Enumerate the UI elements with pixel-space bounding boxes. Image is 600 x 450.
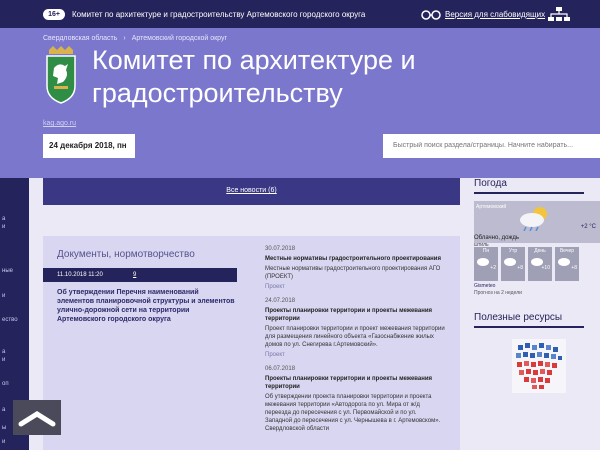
forecast-day: Вечер +8 <box>555 247 579 281</box>
breadcrumb-item[interactable]: Артемовский городской округ <box>132 34 227 43</box>
news-text[interactable]: Местные нормативы градостроительного про… <box>265 265 445 281</box>
news-date: 30.07.2018 <box>265 246 296 252</box>
news-text[interactable]: Проект планировки территории и проект ме… <box>265 325 445 349</box>
page-title: Комитет по архитектуре и градостроительс… <box>92 45 416 108</box>
forecast-day: День +10 <box>528 247 552 281</box>
accessibility-version-link[interactable]: Версия для слабовидящих <box>445 9 545 20</box>
forecast-temp: +8 <box>517 265 523 271</box>
chevron-up-icon <box>18 411 56 427</box>
coat-of-arms-logo[interactable] <box>43 46 79 104</box>
breadcrumb: Свердловская область › Артемовский городск… <box>43 34 227 43</box>
gosuslugi-logo[interactable] <box>512 339 566 393</box>
all-news-bar: Все новости (6) <box>43 178 460 205</box>
sidebar-item[interactable]: а <box>2 348 22 356</box>
forecast-day-name: Утр <box>508 248 518 254</box>
news-title[interactable]: Проекты планировки территории и проекты … <box>265 375 445 391</box>
sidebar-item[interactable]: ные <box>2 267 22 275</box>
resources-heading: Полезные ресурсы <box>474 312 563 323</box>
forecast-temp: +8 <box>571 265 577 271</box>
weather-temp: +2 °C <box>580 224 596 230</box>
sidebar-item[interactable]: ество <box>2 316 22 324</box>
news-tag[interactable]: Проект <box>265 283 445 291</box>
sidebar-item[interactable]: а <box>2 215 22 223</box>
forecast-day-name: Вечер <box>559 248 575 254</box>
news-text[interactable]: Об утверждении проекта планировки террит… <box>265 393 445 433</box>
featured-date-bar: 11.10.2018 11:20 9 <box>43 268 237 282</box>
featured-number[interactable]: 9 <box>133 268 136 282</box>
sidebar-item[interactable]: и <box>2 292 22 300</box>
news-date: 24.07.2018 <box>265 298 296 304</box>
cloud-icon <box>477 258 489 266</box>
divider <box>474 326 584 328</box>
forecast-day-name: День <box>534 248 546 254</box>
featured-date: 11.10.2018 11:20 <box>57 272 103 278</box>
breadcrumb-item[interactable]: Свердловская область <box>43 34 117 43</box>
documents-heading[interactable]: Документы, нормотворчество <box>57 249 195 261</box>
search-input[interactable] <box>383 134 600 158</box>
list-item: 24.07.2018 Проекты планировки территории… <box>265 297 445 359</box>
featured-document-link[interactable]: Об утверждении Перечня наименований элем… <box>57 288 237 324</box>
forecast-temp: +2 <box>490 265 496 271</box>
documents-panel: Документы, нормотворчество 11.10.2018 11… <box>43 236 460 450</box>
weather-heading: Погода <box>474 178 507 189</box>
forecast-temp: +10 <box>541 265 550 271</box>
site-header: Свердловская область › Артемовский городск… <box>0 28 600 178</box>
current-date: 24 декабря 2018, пн <box>43 134 135 158</box>
weather-widget[interactable]: Артемовский +2 °C Облачно, дождь штиль П… <box>474 201 600 301</box>
weather-source-link[interactable]: Gismeteo <box>474 283 495 289</box>
sidebar-item[interactable]: и <box>2 438 22 446</box>
news-date: 06.07.2018 <box>265 366 296 372</box>
sidebar-item[interactable]: оп <box>2 380 22 388</box>
top-bar: 16+ Комитет по архитектуре и градостроит… <box>0 0 600 28</box>
weather-city: Артемовский <box>476 204 507 210</box>
cloud-icon <box>504 258 516 266</box>
news-title[interactable]: Местные нормативы градостроительного про… <box>265 255 445 263</box>
sidebar-item[interactable]: и <box>2 223 22 231</box>
weather-description: Облачно, дождь <box>474 235 520 241</box>
weather-forecast: Пн +2 Утр +8 День +10 Вечер +8 <box>474 247 580 281</box>
scroll-to-top-button[interactable] <box>13 400 61 435</box>
list-item: 30.07.2018 Местные нормативы градостроит… <box>265 245 445 291</box>
cloud-icon <box>558 258 570 266</box>
sidebar-item[interactable]: и <box>2 356 22 364</box>
topbar-title: Комитет по архитектуре и градостроительс… <box>72 10 366 19</box>
glasses-icon[interactable] <box>421 8 441 20</box>
news-tag[interactable]: Проект <box>265 351 445 359</box>
list-item: 06.07.2018 Проекты планировки территории… <box>265 365 445 433</box>
news-list: 30.07.2018 Местные нормативы градостроит… <box>265 245 445 439</box>
forecast-day: Утр +8 <box>501 247 525 281</box>
forecast-day: Пн +2 <box>474 247 498 281</box>
all-news-link[interactable]: Все новости (6) <box>43 186 460 196</box>
weather-forecast-link[interactable]: Прогноз на 2 недели <box>474 290 522 296</box>
divider <box>474 192 584 194</box>
sitemap-icon[interactable] <box>548 7 570 21</box>
forecast-day-name: Пн <box>482 248 490 254</box>
cloud-sun-rain-icon <box>520 207 547 231</box>
site-domain-link[interactable]: kag.ago.ru <box>43 119 76 128</box>
age-rating-badge: 16+ <box>43 9 65 20</box>
news-title[interactable]: Проекты планировки территории и проекты … <box>265 307 445 323</box>
breadcrumb-separator: › <box>123 35 126 42</box>
